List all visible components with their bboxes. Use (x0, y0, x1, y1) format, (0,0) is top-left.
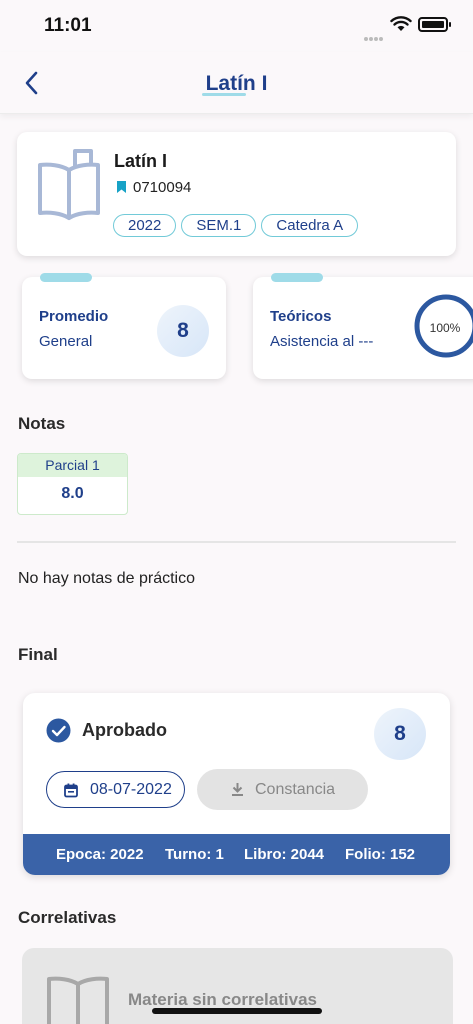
title-underline (202, 93, 246, 96)
promedio-sub: General (39, 333, 93, 350)
promedio-value: 8 (157, 305, 209, 357)
notas-title: Notas (18, 414, 66, 433)
teoricos-card: Teóricos Asistencia al --- 100% (253, 273, 473, 379)
promedio-label: Promedio (39, 308, 109, 325)
final-title: Final (18, 645, 58, 664)
chip-catedra: Catedra A (261, 214, 359, 237)
book-icon (47, 976, 109, 1024)
correlativas-title: Correlativas (18, 908, 117, 927)
download-icon (232, 783, 243, 796)
epoca: Epoca: 2022 (56, 846, 144, 863)
subject-chips: 2022 SEM.1 Catedra A (113, 214, 363, 237)
correlativas-empty: Materia sin correlativas (128, 990, 317, 1009)
battery-icon (418, 17, 448, 32)
grade-label: Parcial 1 (18, 454, 127, 477)
chip-semester: SEM.1 (181, 214, 257, 237)
teoricos-sub: Asistencia al --- (270, 333, 374, 350)
constancia-button[interactable]: Constancia (197, 769, 368, 810)
status-time: 11:01 (44, 15, 92, 36)
wifi-icon (390, 16, 412, 31)
divider (17, 541, 456, 543)
libro: Libro: 2044 (244, 846, 325, 863)
grade-value: 8.0 (61, 485, 84, 502)
final-date: 08-07-2022 (90, 781, 172, 798)
nav-bar: Latín I (0, 52, 473, 114)
constancia-label: Constancia (255, 781, 336, 798)
attendance-percent: 100% (429, 321, 461, 335)
book-icon (38, 149, 100, 220)
folio: Folio: 152 (345, 846, 416, 863)
check-circle-icon (46, 718, 71, 743)
subject-code: 0710094 (133, 179, 192, 196)
date-button[interactable]: 08-07-2022 (46, 771, 185, 808)
turno: Turno: 1 (165, 846, 224, 863)
grade-box: Parcial 1 8.0 (17, 453, 128, 515)
final-grade: 8 (374, 708, 426, 760)
teoricos-label: Teóricos (270, 308, 332, 325)
no-practico-text: No hay notas de práctico (18, 570, 195, 587)
bookmark-icon (117, 181, 126, 193)
signal-icon (364, 28, 384, 41)
chip-year: 2022 (113, 214, 177, 237)
status-bar: 11:01 (0, 0, 473, 52)
final-info-bar: Epoca: 2022 Turno: 1 Libro: 2044 Folio: … (23, 834, 450, 875)
final-card: Aprobado 8 08-07-2022 Constancia Epoca: … (23, 693, 450, 875)
home-indicator[interactable] (152, 1008, 322, 1014)
subject-code-row: 0710094 (116, 179, 191, 196)
subject-card: Latín I 0710094 2022 SEM.1 Catedra A (17, 132, 456, 256)
promedio-card: Promedio General 8 (22, 273, 226, 379)
calendar-icon (64, 783, 78, 798)
final-status: Aprobado (82, 720, 167, 740)
subject-name: Latín I (114, 151, 167, 171)
